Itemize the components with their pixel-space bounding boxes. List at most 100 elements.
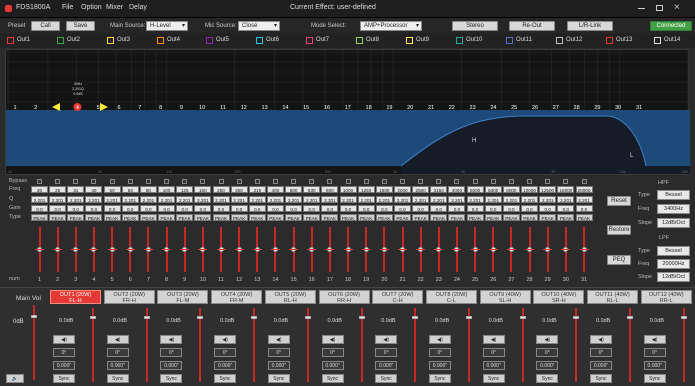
eq-point-number[interactable]: 26 (532, 105, 538, 111)
q-cell[interactable]: 2.201 (303, 196, 321, 203)
output-delay[interactable]: 0.000" (53, 361, 75, 370)
q-cell[interactable]: 2.201 (158, 196, 176, 203)
bypass-checkbox[interactable] (363, 179, 369, 184)
output-sync-button[interactable]: Sync (428, 374, 451, 383)
gain-cell[interactable]: 0.0 (285, 205, 303, 212)
type-cell[interactable]: PEAK (139, 214, 157, 221)
eq-graph[interactable]: 1234567891011121314151617181920212223242… (5, 49, 690, 176)
gain-cell[interactable]: 0.0 (103, 205, 121, 212)
reset-button[interactable]: Reset (607, 196, 631, 206)
freq-cell[interactable]: 40 (85, 186, 103, 193)
channel-checkbox-1[interactable] (7, 37, 14, 44)
mode-select[interactable]: AMP+Processor (360, 21, 422, 31)
freq-cell[interactable]: 5000 (466, 186, 484, 193)
restore-button[interactable]: Restore (607, 225, 631, 235)
output-phase[interactable]: 0° (375, 348, 398, 357)
q-cell[interactable]: 2.201 (139, 196, 157, 203)
output-phase[interactable]: 0° (428, 348, 451, 357)
q-cell[interactable]: 2.201 (230, 196, 248, 203)
gain-cell[interactable]: 0.0 (575, 205, 593, 212)
menu-option[interactable]: Option (81, 4, 102, 11)
lpf-type-select[interactable]: Bessel (657, 246, 690, 256)
type-cell[interactable]: PEAK (557, 214, 575, 221)
type-cell[interactable]: PEAK (394, 214, 411, 221)
output-mute-button[interactable]: ◀) (482, 335, 505, 344)
eq-point-number[interactable]: 16 (324, 105, 330, 111)
output-header-4[interactable]: OUT4 (20W) FR-M (211, 290, 263, 304)
type-cell[interactable]: PEAK (375, 214, 393, 221)
bypass-checkbox[interactable] (218, 179, 224, 184)
output-phase[interactable]: 0° (106, 348, 129, 357)
q-cell[interactable]: 2.201 (521, 196, 539, 203)
freq-cell[interactable]: 6300 (484, 186, 502, 193)
type-cell[interactable]: PEAK (158, 214, 176, 221)
type-cell[interactable]: PEAK (412, 214, 430, 221)
gain-cell[interactable]: 0.0 (248, 205, 266, 212)
q-cell[interactable]: 2.201 (557, 196, 575, 203)
menu-mixer[interactable]: Mixer (106, 4, 123, 11)
output-delay[interactable]: 0.000" (643, 361, 666, 370)
q-cell[interactable]: 2.201 (85, 196, 103, 203)
eq-point-number[interactable]: 23 (470, 105, 476, 111)
output-fader-knob[interactable] (304, 316, 311, 319)
gain-cell[interactable]: 0.0 (303, 205, 321, 212)
q-cell[interactable]: 2.201 (212, 196, 230, 203)
hpf-marker[interactable]: H (472, 138, 476, 144)
output-delay[interactable]: 0.000" (482, 361, 505, 370)
type-cell[interactable]: PEAK (448, 214, 466, 221)
gain-cell[interactable]: 0.0 (557, 205, 575, 212)
lpf-slope-select[interactable]: 12dB/Oct (657, 272, 690, 282)
type-cell[interactable]: PEAK (266, 214, 284, 221)
q-cell[interactable]: 2.201 (339, 196, 357, 203)
main-source-select[interactable]: H-Level (146, 21, 188, 31)
freq-cell[interactable]: 1250 (357, 186, 375, 193)
bypass-checkbox[interactable] (490, 179, 496, 184)
freq-cell[interactable]: 400 (266, 186, 284, 193)
output-fader[interactable] (629, 308, 631, 382)
output-delay[interactable]: 0.000" (214, 361, 237, 370)
gain-cell[interactable]: 0.0 (212, 205, 230, 212)
output-phase[interactable]: 0° (590, 348, 612, 357)
gain-cell[interactable]: 0.0 (266, 205, 284, 212)
eq-point-number[interactable]: 29 (594, 105, 600, 111)
output-header-8[interactable]: OUT8 (20W) C-L (425, 290, 477, 304)
q-cell[interactable]: 2.201 (103, 196, 121, 203)
gain-cell[interactable]: 0.0 (121, 205, 139, 212)
q-cell[interactable]: 2.201 (248, 196, 266, 203)
lrlink-button[interactable]: L/R-Link (567, 21, 613, 31)
output-header-2[interactable]: OUT2 (20W) FR-H (103, 290, 155, 304)
type-cell[interactable]: PEAK (194, 214, 212, 221)
output-header-7[interactable]: OUT7 (20W) C-H (372, 290, 424, 304)
bypass-checkbox[interactable] (472, 179, 478, 184)
gain-cell[interactable]: 0.0 (139, 205, 157, 212)
output-fader[interactable] (682, 308, 685, 382)
bypass-checkbox[interactable] (309, 179, 315, 184)
eq-point-number[interactable]: 25 (511, 105, 517, 111)
output-header-11[interactable]: OUT11 (40W) RL-L (587, 290, 638, 304)
eq-point-number[interactable]: 18 (366, 105, 372, 111)
gain-cell[interactable]: 0.0 (158, 205, 176, 212)
output-fader-knob[interactable] (143, 316, 150, 319)
type-cell[interactable]: PEAK (49, 214, 67, 221)
output-sync-button[interactable]: Sync (590, 374, 612, 383)
channel-checkbox-11[interactable] (506, 37, 513, 44)
bypass-checkbox[interactable] (254, 179, 260, 184)
q-cell[interactable]: 2.201 (375, 196, 393, 203)
output-sync-button[interactable]: Sync (536, 374, 559, 383)
output-mute-button[interactable]: ◀) (536, 335, 559, 344)
eq-point-number[interactable]: 5 (97, 105, 100, 111)
eq-point-number[interactable]: 17 (345, 105, 351, 111)
freq-cell[interactable]: 200 (212, 186, 230, 193)
output-header-1[interactable]: OUT1 (20W) FL-H (50, 290, 101, 304)
type-cell[interactable]: PEAK (339, 214, 357, 221)
type-cell[interactable]: PEAK (121, 214, 139, 221)
output-sync-button[interactable]: Sync (375, 374, 398, 383)
eq-graph-svg[interactable]: 1234567891011121314151617181920212223242… (6, 50, 690, 176)
eq-point-number[interactable]: 11 (220, 105, 226, 111)
output-sync-button[interactable]: Sync (482, 374, 505, 383)
eq-point-number[interactable]: 14 (282, 105, 288, 111)
q-cell[interactable]: 2.201 (430, 196, 448, 203)
output-sync-button[interactable]: Sync (643, 374, 666, 383)
q-cell[interactable]: 2.201 (394, 196, 411, 203)
freq-cell[interactable]: 25 (49, 186, 67, 193)
